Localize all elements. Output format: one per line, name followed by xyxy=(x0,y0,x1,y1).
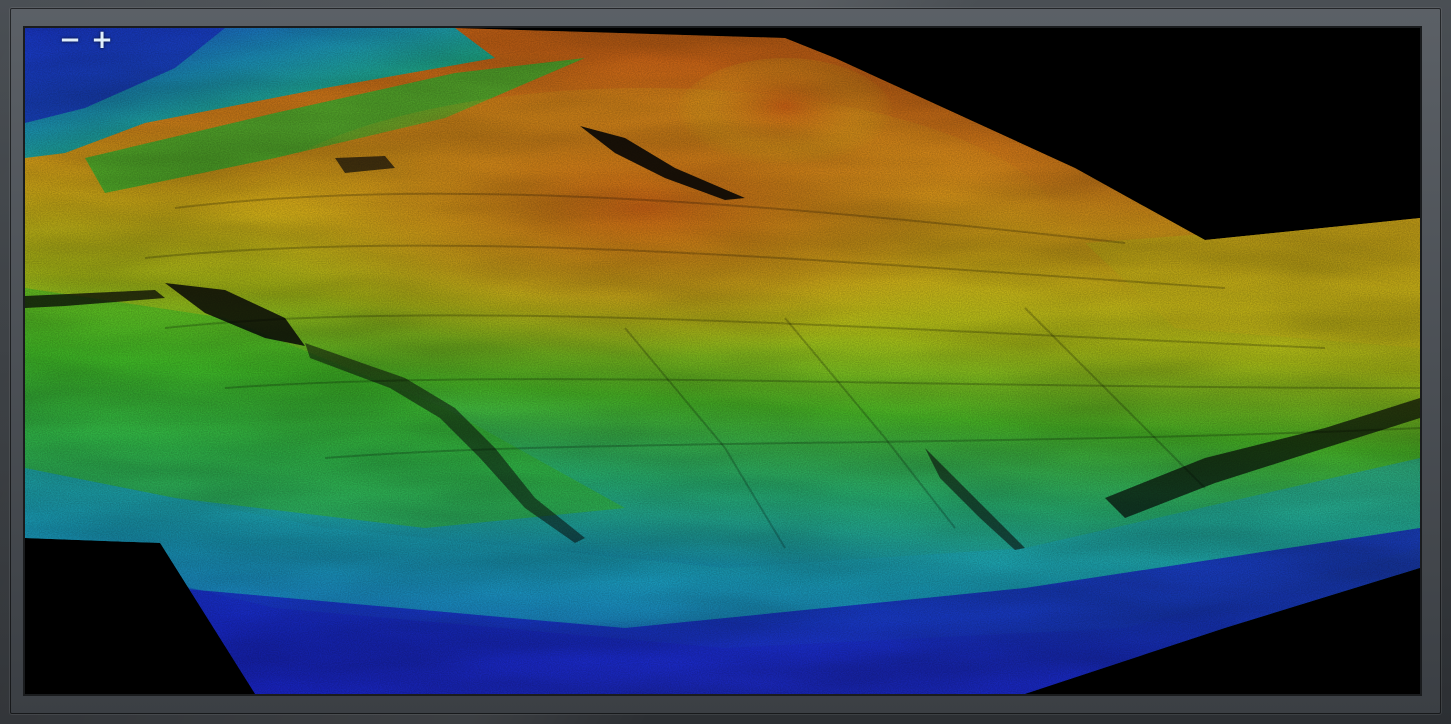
terrain-elevation-render xyxy=(25,28,1420,694)
zoom-controls: − + xyxy=(59,28,113,53)
monitor-frame: − + xyxy=(0,0,1451,724)
zoom-in-button[interactable]: + xyxy=(91,28,113,53)
lidar-terrain-viewport[interactable]: − + xyxy=(25,28,1420,694)
zoom-out-button[interactable]: − xyxy=(59,28,81,53)
